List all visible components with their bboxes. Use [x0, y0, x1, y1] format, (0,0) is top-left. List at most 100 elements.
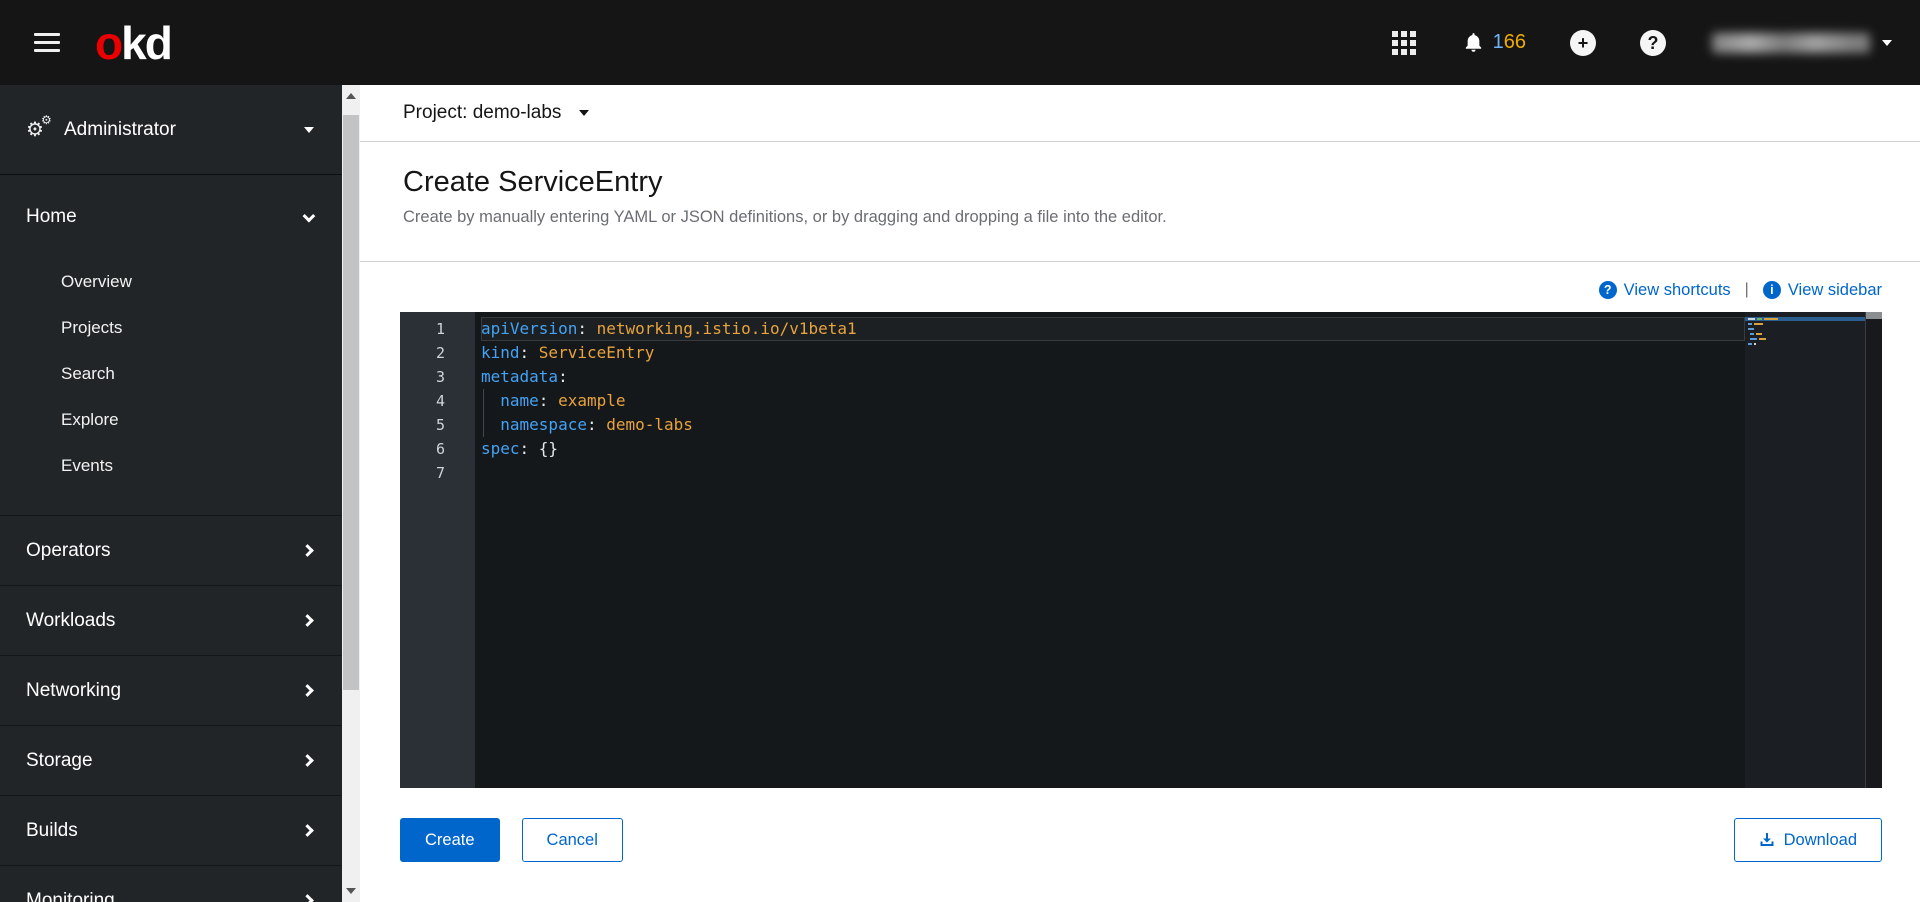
- sidebar-section-home: Home Overview Projects Search Explore Ev…: [0, 175, 342, 516]
- section-label: Builds: [26, 819, 78, 841]
- form-actions: Create Cancel Download: [400, 818, 1882, 862]
- line-number: 6: [435, 440, 445, 458]
- chevron-right-icon: [301, 684, 314, 697]
- minimap-line: [1748, 322, 1865, 326]
- home-sub-list: Overview Projects Search Explore Events: [0, 259, 342, 515]
- view-shortcuts-link[interactable]: ? View shortcuts: [1598, 280, 1731, 300]
- minimap-line: [1748, 342, 1865, 346]
- bell-icon: [1462, 31, 1485, 54]
- line-number: 5: [435, 416, 445, 434]
- add-button[interactable]: +: [1570, 29, 1596, 56]
- project-selector-label: Project: demo-labs: [403, 102, 562, 123]
- grid-icon: [1391, 30, 1416, 55]
- sidebar-item-operators[interactable]: Operators: [0, 516, 342, 585]
- main-content: Project: demo-labs Create ServiceEntry C…: [360, 85, 1920, 902]
- nav-toggle-button[interactable]: [32, 27, 62, 58]
- sidebar-item-events[interactable]: Events: [0, 443, 342, 489]
- sidebar-item-builds[interactable]: Builds: [0, 796, 342, 865]
- code-area[interactable]: apiVersion: networking.istio.io/v1beta1 …: [475, 312, 1745, 788]
- view-shortcuts-label: View shortcuts: [1623, 280, 1731, 299]
- caret-down-icon: [1882, 39, 1892, 46]
- page-subtitle: Create by manually entering YAML or JSON…: [403, 208, 1167, 226]
- page-header: Create ServiceEntry Create by manually e…: [360, 142, 1920, 262]
- user-menu-button[interactable]: [1712, 32, 1892, 53]
- sidebar-item-overview[interactable]: Overview: [0, 259, 342, 305]
- sidebar-section-monitoring: Monitoring: [0, 866, 342, 902]
- scrollbar-thumb[interactable]: [343, 115, 359, 690]
- code-line-5: namespace: demo-labs: [500, 415, 693, 434]
- chevron-right-icon: [301, 614, 314, 627]
- sidebar-item-monitoring[interactable]: Monitoring: [0, 866, 342, 902]
- editor-section: ? View shortcuts | i View sidebar 1 2 3 …: [360, 262, 1920, 862]
- scroll-down-button[interactable]: [342, 880, 360, 902]
- triangle-up-icon: [346, 93, 356, 99]
- sidebar-section-builds: Builds: [0, 796, 342, 866]
- create-button[interactable]: Create: [400, 818, 500, 862]
- section-label: Networking: [26, 679, 122, 701]
- view-sidebar-link[interactable]: i View sidebar: [1762, 280, 1882, 300]
- view-sidebar-label: View sidebar: [1787, 280, 1882, 299]
- sidebar-item-home[interactable]: Home: [0, 175, 342, 259]
- chevron-right-icon: [301, 894, 314, 902]
- help-button[interactable]: ?: [1640, 29, 1666, 56]
- sidebar-item-storage[interactable]: Storage: [0, 726, 342, 795]
- project-selector[interactable]: Project: demo-labs: [403, 102, 590, 124]
- code-line-2: kind: ServiceEntry: [481, 343, 655, 362]
- code-line-3: metadata:: [481, 367, 568, 386]
- app-launcher-button[interactable]: [1391, 30, 1416, 55]
- editor-scrollbar[interactable]: [1865, 312, 1882, 788]
- line-number: 4: [435, 392, 445, 410]
- separator: |: [1744, 281, 1749, 298]
- question-circle-icon: ?: [1640, 29, 1666, 56]
- sidebar-item-workloads[interactable]: Workloads: [0, 586, 342, 655]
- editor-gutter: 1 2 3 4 5 6 7: [400, 312, 475, 788]
- sidebar-section-workloads: Workloads: [0, 586, 342, 656]
- chevron-right-icon: [301, 754, 314, 767]
- plus-circle-icon: +: [1570, 29, 1596, 56]
- line-number: 2: [435, 344, 445, 362]
- chevron-down-icon: [302, 209, 316, 222]
- editor-scrollbar-thumb[interactable]: [1866, 312, 1882, 319]
- hamburger-icon: [34, 33, 60, 36]
- sidebar-section-storage: Storage: [0, 726, 342, 796]
- sidebar-section-networking: Networking: [0, 656, 342, 726]
- perspective-switcher[interactable]: ⚙ ⚙ Administrator: [0, 85, 342, 175]
- chevron-right-icon: [301, 824, 314, 837]
- perspective-label: Administrator: [64, 118, 176, 140]
- scroll-up-button[interactable]: [342, 85, 360, 107]
- question-circle-icon: ?: [1598, 281, 1617, 299]
- line-number: 3: [435, 368, 445, 386]
- sidebar-item-projects[interactable]: Projects: [0, 305, 342, 351]
- yaml-editor[interactable]: 1 2 3 4 5 6 7 apiVersion: networking.ist…: [400, 312, 1882, 788]
- download-icon: [1759, 832, 1775, 848]
- okd-console: okd 166 + ? ⚙ ⚙ Administrator Home Overv…: [0, 0, 1920, 902]
- section-label: Operators: [26, 539, 111, 561]
- section-label: Storage: [26, 749, 93, 771]
- editor-toolbar: ? View shortcuts | i View sidebar: [400, 274, 1882, 306]
- sidebar-item-explore[interactable]: Explore: [0, 397, 342, 443]
- sidebar-item-search[interactable]: Search: [0, 351, 342, 397]
- caret-down-icon: [304, 126, 314, 133]
- logo-letter-o: o: [95, 16, 123, 69]
- editor-minimap[interactable]: [1745, 312, 1865, 788]
- logo-letters-kd: kd: [121, 16, 173, 69]
- gears-icon: ⚙ ⚙: [26, 112, 52, 141]
- user-name-redacted: [1712, 32, 1870, 53]
- minimap-line: [1745, 317, 1865, 321]
- code-line-6: spec: {}: [481, 439, 559, 458]
- page-title: Create ServiceEntry: [403, 166, 663, 198]
- okd-logo[interactable]: okd: [95, 16, 173, 69]
- minimap-line: [1748, 337, 1865, 341]
- section-label: Monitoring: [26, 889, 115, 902]
- sidebar-item-networking[interactable]: Networking: [0, 656, 342, 725]
- download-button[interactable]: Download: [1733, 818, 1882, 862]
- caret-down-icon: [579, 110, 590, 116]
- sidebar-nav: ⚙ ⚙ Administrator Home Overview Projects …: [0, 85, 342, 902]
- sidebar-scrollbar[interactable]: [342, 85, 360, 902]
- code-line-1: apiVersion: networking.istio.io/v1beta1: [481, 317, 1745, 341]
- cancel-button[interactable]: Cancel: [521, 818, 623, 862]
- masthead: okd 166 + ?: [0, 0, 1920, 85]
- section-label: Home: [26, 206, 77, 227]
- notification-bell-button[interactable]: 166: [1462, 31, 1526, 54]
